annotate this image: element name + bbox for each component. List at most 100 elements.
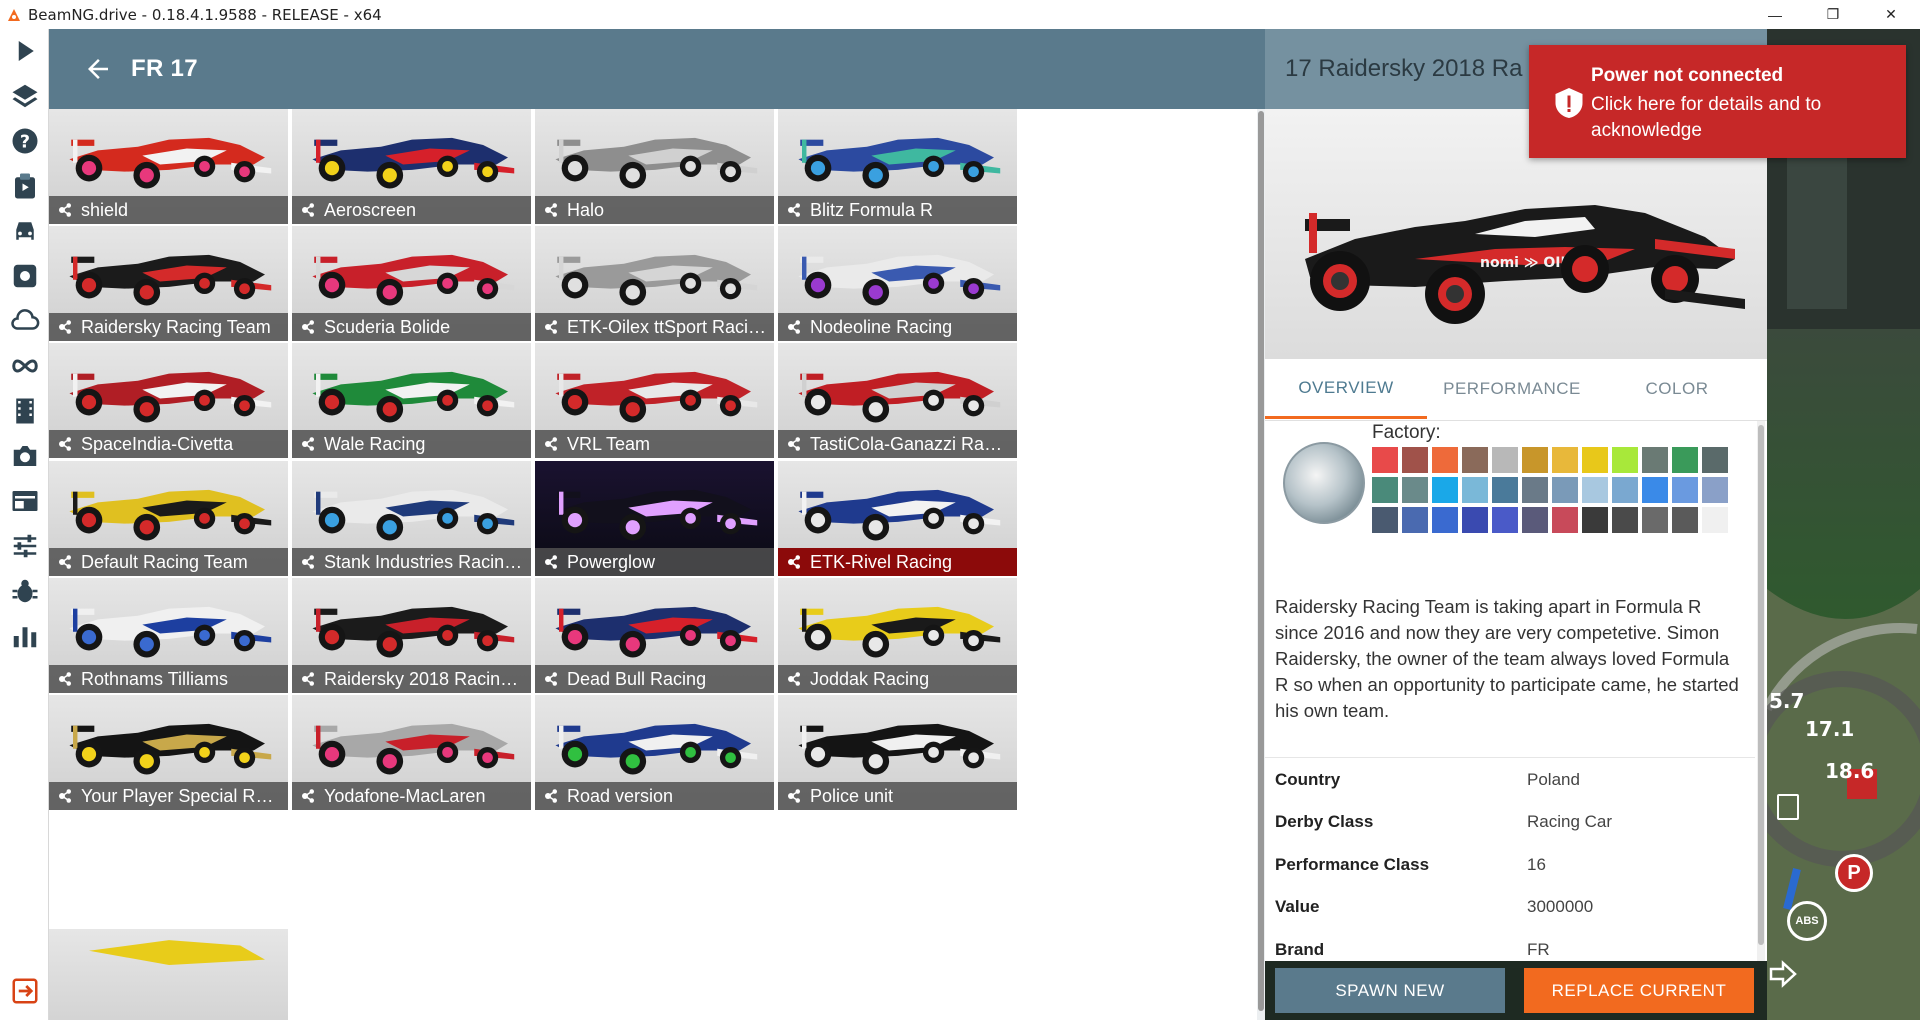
config-tile[interactable]: Raidersky Racing Team	[49, 226, 288, 341]
sidebar-ui-apps[interactable]	[0, 479, 49, 523]
config-tile-partial[interactable]	[49, 929, 288, 1020]
color-swatch[interactable]	[1522, 477, 1548, 503]
replace-current-button[interactable]: REPLACE CURRENT	[1524, 968, 1754, 1013]
config-tile[interactable]: Scuderia Bolide	[292, 226, 531, 341]
color-swatch[interactable]	[1612, 447, 1638, 473]
infinity-icon	[11, 359, 38, 373]
back-arrow-icon[interactable]	[83, 54, 113, 84]
config-tile[interactable]: Police unit	[778, 695, 1017, 810]
tab-performance[interactable]: PERFORMANCE	[1427, 359, 1597, 419]
color-swatch[interactable]	[1372, 507, 1398, 533]
color-swatch[interactable]	[1522, 447, 1548, 473]
sidebar-help[interactable]: ?	[0, 119, 49, 163]
color-swatch[interactable]	[1582, 447, 1608, 473]
color-swatch[interactable]	[1372, 477, 1398, 503]
minimize-button[interactable]: —	[1746, 0, 1804, 29]
car-thumbnail	[555, 489, 758, 541]
hud-readout-3: 18.6	[1825, 759, 1875, 783]
config-icon	[545, 203, 557, 217]
color-swatch[interactable]	[1432, 507, 1458, 533]
color-swatch[interactable]	[1402, 477, 1428, 503]
config-icon	[59, 320, 71, 334]
config-tile[interactable]: Stank Industries Racing T...	[292, 461, 531, 576]
config-tile[interactable]: Road version	[535, 695, 774, 810]
color-swatch[interactable]	[1582, 507, 1608, 533]
color-swatch[interactable]	[1672, 447, 1698, 473]
color-swatch[interactable]	[1492, 477, 1518, 503]
close-window-button[interactable]: ✕	[1862, 0, 1920, 29]
config-tile[interactable]: Default Racing Team	[49, 461, 288, 576]
color-swatch[interactable]	[1492, 447, 1518, 473]
power-notification[interactable]: Power not connected Click here for detai…	[1529, 45, 1906, 158]
color-swatch[interactable]	[1552, 477, 1578, 503]
sidebar-environment[interactable]	[0, 299, 49, 343]
config-tile[interactable]: VRL Team	[535, 343, 774, 458]
sidebar-vehicle-config[interactable]	[0, 254, 49, 298]
spawn-new-button[interactable]: SPAWN NEW	[1275, 968, 1505, 1013]
sidebar-levels[interactable]	[0, 74, 49, 118]
color-swatch[interactable]	[1522, 507, 1548, 533]
color-swatch[interactable]	[1672, 477, 1698, 503]
sidebar-play[interactable]	[0, 29, 49, 73]
color-swatch[interactable]	[1462, 447, 1488, 473]
sidebar-photo-mode[interactable]	[0, 434, 49, 478]
sidebar-performance[interactable]	[0, 614, 49, 658]
grid-scrollbar[interactable]	[1257, 109, 1265, 1020]
property-row-value: Value 3000000	[1275, 897, 1745, 939]
color-swatch[interactable]	[1402, 447, 1428, 473]
color-swatch[interactable]	[1642, 477, 1668, 503]
color-swatch[interactable]	[1642, 507, 1668, 533]
tab-overview[interactable]: OVERVIEW	[1265, 359, 1427, 419]
config-tile[interactable]: SpaceIndia-Civetta	[49, 343, 288, 458]
config-tile[interactable]: Rothnams Tilliams	[49, 578, 288, 693]
sidebar-scenarios[interactable]	[0, 164, 49, 208]
config-tile[interactable]: ETK-Oilex ttSport Racing T...	[535, 226, 774, 341]
config-tile[interactable]: ETK-Rivel Racing	[778, 461, 1017, 576]
config-tile[interactable]: Blitz Formula R	[778, 109, 1017, 224]
config-tile-label: Raidersky 2018 Racing Te...	[292, 665, 531, 693]
sidebar-debug[interactable]	[0, 569, 49, 613]
color-swatch[interactable]	[1462, 477, 1488, 503]
page-title: FR 17	[131, 55, 198, 82]
sidebar-traffic[interactable]	[0, 344, 49, 388]
sidebar-vehicles[interactable]	[0, 209, 49, 253]
color-swatch[interactable]	[1432, 447, 1458, 473]
config-tile[interactable]: Nodeoline Racing	[778, 226, 1017, 341]
sidebar-exit[interactable]	[0, 969, 49, 1013]
config-tile[interactable]: Wale Racing	[292, 343, 531, 458]
sidebar-replay[interactable]	[0, 389, 49, 433]
color-swatch[interactable]	[1462, 507, 1488, 533]
color-swatch[interactable]	[1612, 477, 1638, 503]
sidebar-options[interactable]	[0, 524, 49, 568]
config-tile[interactable]: Yodafone-MacLaren	[292, 695, 531, 810]
config-tile[interactable]: Aeroscreen	[292, 109, 531, 224]
color-swatch[interactable]	[1552, 447, 1578, 473]
config-tile-label: ETK-Rivel Racing	[778, 548, 1017, 576]
maximize-button[interactable]: ❐	[1804, 0, 1862, 29]
color-swatch[interactable]	[1372, 447, 1398, 473]
notification-title: Power not connected	[1591, 65, 1784, 86]
color-swatch[interactable]	[1582, 477, 1608, 503]
color-swatch[interactable]	[1492, 507, 1518, 533]
tab-color[interactable]: COLOR	[1597, 359, 1757, 419]
color-swatch[interactable]	[1402, 507, 1428, 533]
config-tile[interactable]: Halo	[535, 109, 774, 224]
config-tile[interactable]: Dead Bull Racing	[535, 578, 774, 693]
config-tile[interactable]: Powerglow	[535, 461, 774, 576]
color-swatch[interactable]	[1702, 447, 1728, 473]
color-swatch[interactable]	[1672, 507, 1698, 533]
factory-paint-thumbnail[interactable]	[1283, 442, 1365, 524]
config-tile[interactable]: TastiCola-Ganazzi Racing ...	[778, 343, 1017, 458]
color-swatch[interactable]	[1642, 447, 1668, 473]
color-swatch[interactable]	[1702, 507, 1728, 533]
config-tile[interactable]: Joddak Racing	[778, 578, 1017, 693]
color-swatch[interactable]	[1612, 507, 1638, 533]
config-tile[interactable]: Raidersky 2018 Racing Te...	[292, 578, 531, 693]
color-swatch[interactable]	[1432, 477, 1458, 503]
config-tile-label: Rothnams Tilliams	[49, 665, 288, 693]
detail-scrollbar[interactable]	[1757, 421, 1765, 961]
config-tile[interactable]: Your Player Special Racing	[49, 695, 288, 810]
config-tile[interactable]: shield	[49, 109, 288, 224]
color-swatch[interactable]	[1702, 477, 1728, 503]
color-swatch[interactable]	[1552, 507, 1578, 533]
